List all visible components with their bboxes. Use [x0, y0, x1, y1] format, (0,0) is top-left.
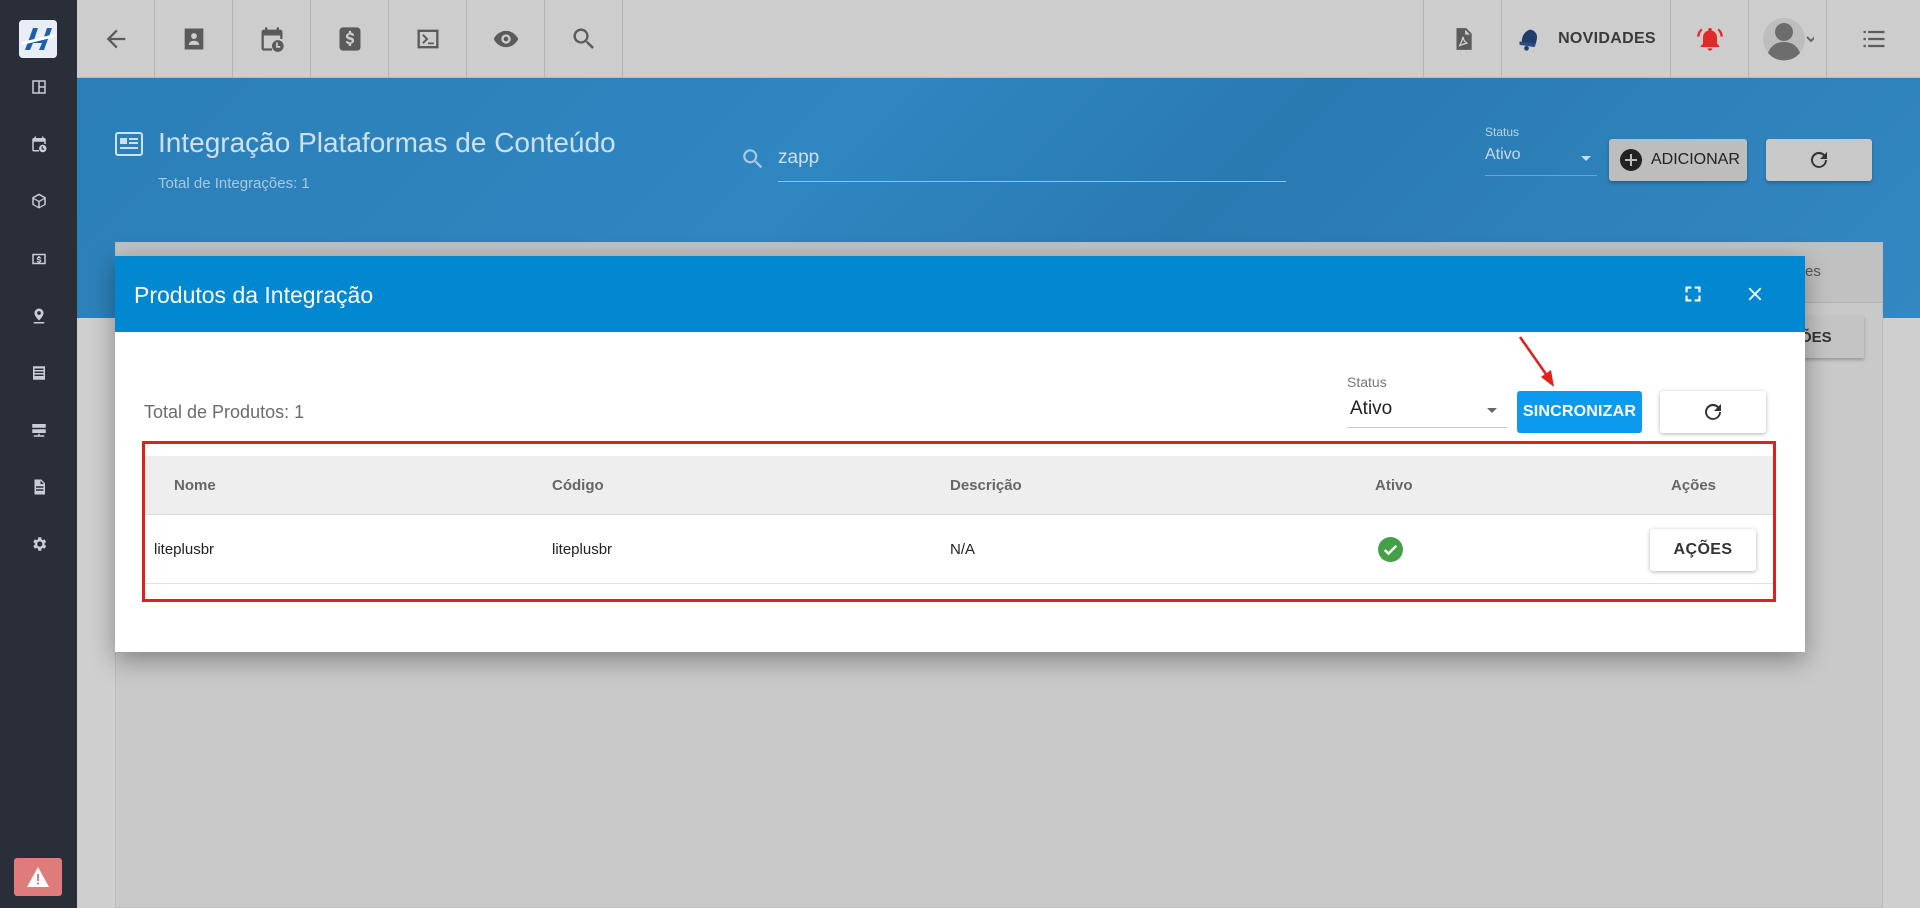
- integration-icon: [115, 132, 143, 156]
- cell-nome: liteplusbr: [154, 541, 215, 558]
- search-icon: [572, 28, 594, 49]
- maximize-button[interactable]: [1679, 280, 1707, 308]
- money-icon[interactable]: [24, 244, 54, 274]
- terminal-icon: [417, 29, 438, 49]
- cell-descricao: N/A: [950, 541, 976, 558]
- background-actions-button[interactable]: ÕES: [1796, 316, 1864, 358]
- products-total: Total de Produtos: 1: [144, 402, 305, 422]
- app-logo[interactable]: [19, 20, 57, 58]
- products-modal: Produtos da Integração Total de Produtos…: [115, 256, 1805, 652]
- add-button-label: ADICIONAR: [1651, 151, 1740, 168]
- arrow-back-icon: [106, 29, 125, 49]
- view-button[interactable]: [467, 0, 545, 78]
- novidades-button[interactable]: NOVIDADES: [1501, 0, 1670, 78]
- finance-button[interactable]: [311, 0, 389, 78]
- contact-card-icon: [184, 28, 203, 50]
- user-menu-button[interactable]: [1748, 0, 1826, 78]
- column-header-codigo[interactable]: Código: [552, 477, 604, 494]
- modal-status-label: Status: [1347, 374, 1387, 390]
- avatar: [1762, 18, 1814, 61]
- search-field[interactable]: [778, 140, 1286, 182]
- modal-title: Produtos da Integração: [134, 282, 374, 308]
- sidebar: [0, 0, 77, 908]
- header-status-value: Ativo: [1485, 146, 1521, 163]
- search-icon: [743, 149, 763, 169]
- novidades-label: NOVIDADES: [1558, 30, 1656, 47]
- terminal-button[interactable]: [389, 0, 467, 78]
- modal-refresh-button[interactable]: [1660, 391, 1766, 433]
- background-column-fragment: es: [1805, 263, 1821, 280]
- top-toolbar: NOVIDADES: [77, 0, 1920, 78]
- modal-header: Produtos da Integração: [115, 256, 1805, 332]
- row-actions-button[interactable]: AÇÕES: [1650, 529, 1756, 571]
- table-header: Nome Código Descrição Ativo Ações: [145, 456, 1773, 515]
- pdf-button[interactable]: [1423, 0, 1501, 78]
- calendar-clock-icon: [261, 27, 284, 52]
- back-button[interactable]: [77, 0, 155, 78]
- header-refresh-button[interactable]: [1766, 139, 1872, 181]
- document-icon[interactable]: [24, 472, 54, 502]
- dollar-icon: [339, 27, 360, 51]
- close-icon: [1748, 287, 1762, 301]
- refresh-icon: [1705, 403, 1721, 420]
- fullscreen-icon: [1685, 286, 1701, 302]
- sync-button[interactable]: SINCRONIZAR: [1517, 391, 1642, 433]
- header-status-select[interactable]: Ativo: [1485, 146, 1597, 176]
- dropdown-caret-icon: [1487, 408, 1497, 413]
- schedule-icon[interactable]: [24, 129, 54, 159]
- search-input[interactable]: [778, 140, 1286, 176]
- list-icon[interactable]: [24, 358, 54, 388]
- server-icon[interactable]: [24, 415, 54, 445]
- list-menu-icon: [1863, 30, 1884, 48]
- dashboard-icon[interactable]: [24, 72, 54, 102]
- settings-icon[interactable]: [24, 529, 54, 559]
- page-subtitle: Total de Integrações: 1: [158, 175, 310, 192]
- search-button[interactable]: [545, 0, 623, 78]
- header-status-label: Status: [1485, 125, 1520, 139]
- dropdown-caret-icon: [1581, 156, 1591, 161]
- page-title: Integração Plataformas de Conteúdo: [158, 127, 616, 158]
- column-header-acoes: Ações: [1671, 477, 1717, 494]
- location-icon[interactable]: [24, 301, 54, 331]
- modal-status-select[interactable]: Ativo: [1347, 394, 1507, 428]
- notifications-button[interactable]: [1670, 0, 1748, 78]
- column-header-ativo[interactable]: Ativo: [1375, 477, 1413, 494]
- table-row[interactable]: liteplusbr liteplusbr N/A AÇÕES: [145, 516, 1773, 584]
- add-button[interactable]: ADICIONAR: [1609, 139, 1747, 181]
- close-button[interactable]: [1741, 280, 1769, 308]
- active-check-icon: [1378, 537, 1403, 562]
- products-table: Nome Código Descrição Ativo Ações litepl…: [145, 456, 1773, 606]
- cube-icon[interactable]: [24, 186, 54, 216]
- warning-button[interactable]: [14, 858, 62, 896]
- modal-status-value: Ativo: [1350, 398, 1393, 419]
- eye-icon: [493, 30, 518, 48]
- contacts-button[interactable]: [155, 0, 233, 78]
- notification-bell-icon: [1696, 27, 1723, 51]
- cell-codigo: liteplusbr: [552, 541, 613, 558]
- refresh-icon: [1811, 151, 1827, 168]
- pdf-icon: [1456, 28, 1472, 50]
- column-header-nome[interactable]: Nome: [174, 477, 216, 494]
- column-header-descricao[interactable]: Descrição: [950, 477, 1022, 494]
- menu-list-button[interactable]: [1826, 0, 1920, 78]
- megaphone-icon: [1519, 29, 1538, 51]
- calendar-button[interactable]: [233, 0, 311, 78]
- warning-icon: [27, 867, 49, 887]
- add-circle-icon: [1620, 149, 1642, 171]
